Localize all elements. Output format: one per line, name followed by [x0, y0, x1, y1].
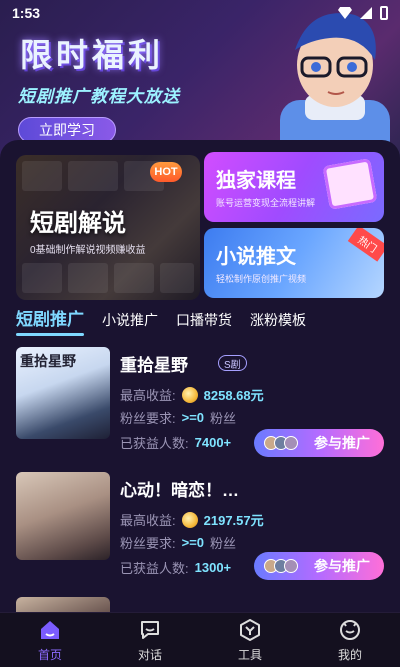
bottom-tab-bar: 首页 对话 工具 我的 — [0, 612, 400, 667]
card-exclusive-course-desc: 账号运营变现全流程讲解 — [216, 198, 316, 208]
card-novel-promo[interactable]: 小说推文 轻松制作原创推广视频 热门 — [204, 228, 384, 298]
participant-avatars — [264, 559, 298, 573]
poster-image — [16, 597, 110, 612]
fans-value: >=0 — [181, 535, 205, 550]
fans-label: 粉丝要求: — [120, 536, 176, 551]
list-item[interactable]: 心动！暗恋！… 最高收益: 2197.57元 粉丝要求: >=0 粉丝 已获益人… — [16, 472, 386, 588]
earned-value: 1300+ — [194, 560, 232, 575]
wifi-icon — [338, 7, 352, 19]
fans-unit: 粉丝 — [210, 536, 237, 551]
avatar — [284, 559, 298, 573]
max-income-label: 最高收益: — [120, 388, 176, 403]
card-novel-promo-desc: 轻松制作原创推广视频 — [216, 274, 307, 284]
s-rank-badge: S剧 — [218, 355, 247, 371]
earned-label: 已获益人数: — [120, 436, 189, 451]
profile-icon — [340, 619, 360, 640]
tab-drama-promo[interactable]: 短剧推广 — [16, 305, 84, 336]
hot-badge: HOT — [150, 162, 182, 182]
card-exclusive-course-label: 独家课程 — [216, 170, 296, 192]
join-promo-label: 参与推广 — [314, 558, 370, 574]
chat-icon — [141, 620, 159, 639]
battery-icon — [380, 6, 388, 20]
item-title: 心动！暗恋！… — [120, 481, 239, 500]
max-income-label: 最高收益: — [120, 513, 176, 528]
status-icons — [338, 6, 388, 20]
home-icon — [41, 620, 59, 639]
fans-label: 粉丝要求: — [120, 411, 176, 426]
earned-row: 已获益人数: 1300+ — [120, 558, 231, 577]
join-promo-label: 参与推广 — [314, 435, 370, 451]
list-item[interactable]: 重拾星野 重拾星野 S剧 最高收益: 8258.68元 粉丝要求: >=0 粉丝… — [16, 347, 386, 463]
category-tabs: 短剧推广 小说推广 口播带货 涨粉模板 — [16, 306, 386, 336]
nav-home[interactable]: 首页 — [10, 618, 90, 663]
fans-row: 粉丝要求: >=0 粉丝 — [120, 408, 236, 427]
nav-tools-label: 工具 — [237, 647, 262, 662]
book-icon — [322, 158, 378, 210]
nav-home-label: 首页 — [37, 647, 62, 662]
signal-icon — [360, 7, 372, 19]
card-drama-commentary-label: 短剧解说 — [30, 210, 126, 237]
card-exclusive-course[interactable]: 独家课程 账号运营变现全流程讲解 — [204, 152, 384, 222]
tools-icon — [240, 618, 260, 641]
fans-value: >=0 — [181, 410, 205, 425]
poster-title: 重拾星野 — [20, 353, 76, 369]
status-bar: 1:53 — [0, 0, 400, 26]
nav-chat[interactable]: 对话 — [110, 618, 190, 663]
poster-image: 重拾星野 — [16, 347, 110, 439]
earned-label: 已获益人数: — [120, 561, 189, 576]
max-income-row: 最高收益: 8258.68元 — [120, 385, 264, 404]
card-novel-promo-label: 小说推文 — [216, 246, 296, 268]
participant-avatars — [264, 436, 298, 450]
fans-row: 粉丝要求: >=0 粉丝 — [120, 533, 236, 552]
card-drama-commentary-desc: 0基础制作解说视频赚收益 — [30, 245, 146, 256]
max-income-row: 最高收益: 2197.57元 — [120, 510, 264, 529]
nav-profile-label: 我的 — [337, 647, 362, 662]
hero-title: 限时福利 — [20, 37, 165, 73]
coin-icon — [181, 386, 198, 403]
fans-unit: 粉丝 — [210, 411, 237, 426]
max-income-value: 8258.68元 — [203, 388, 264, 403]
join-promo-button[interactable]: 参与推广 — [254, 552, 384, 580]
hero-subtitle: 短剧推广教程大放送 — [18, 87, 180, 106]
join-promo-button[interactable]: 参与推广 — [254, 429, 384, 457]
nav-chat-label: 对话 — [137, 647, 162, 662]
earned-row: 已获益人数: 7400+ — [120, 433, 231, 452]
poster-image — [16, 472, 110, 560]
nav-profile[interactable]: 我的 — [310, 618, 390, 663]
item-title: 重拾星野 — [120, 356, 188, 375]
earned-value: 7400+ — [194, 435, 232, 450]
tab-fan-templates[interactable]: 涨粉模板 — [250, 310, 306, 336]
tab-novel-promo[interactable]: 小说推广 — [102, 310, 158, 336]
coin-icon — [181, 511, 198, 528]
avatar — [284, 436, 298, 450]
hot-ribbon: 热门 — [347, 228, 384, 262]
nav-tools[interactable]: 工具 — [210, 618, 290, 663]
status-time: 1:53 — [12, 5, 41, 21]
max-income-value: 2197.57元 — [203, 513, 264, 528]
tab-live-selling[interactable]: 口播带货 — [176, 310, 232, 336]
